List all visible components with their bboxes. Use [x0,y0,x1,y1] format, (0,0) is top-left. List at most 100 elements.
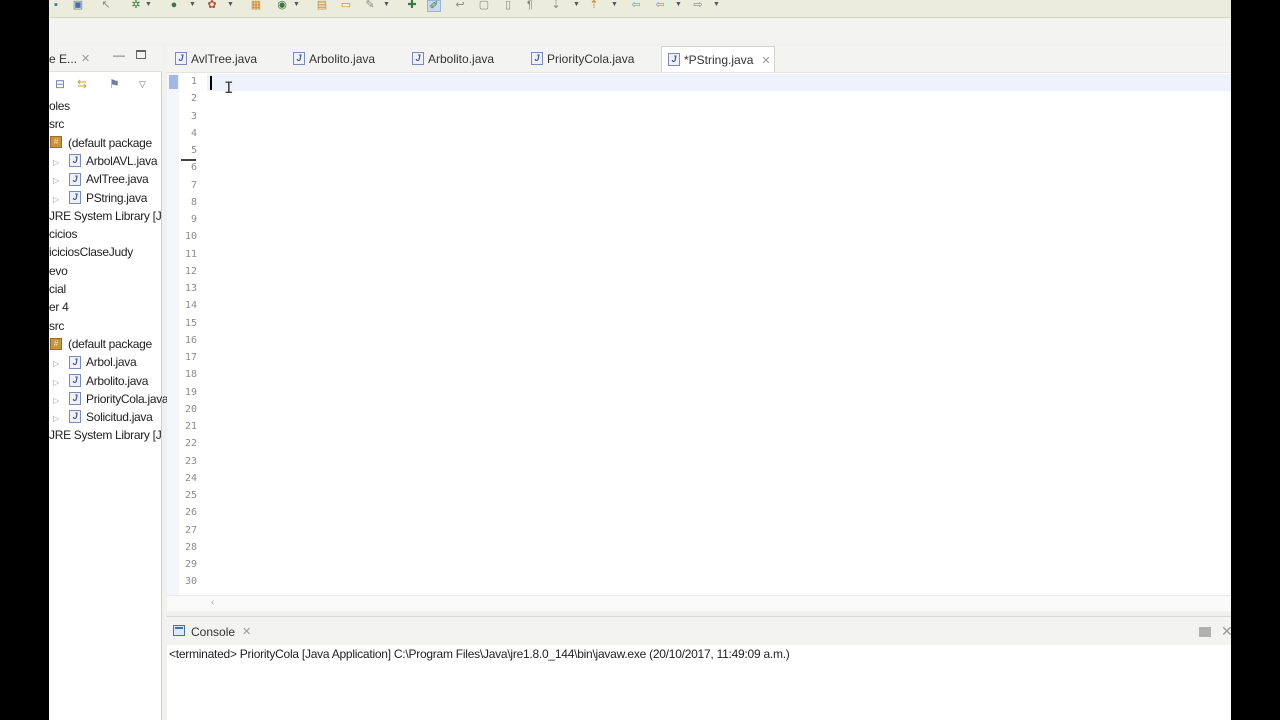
scroll-left-icon[interactable]: ‹ [211,597,214,608]
save-icon[interactable]: ▣ [71,0,85,12]
tree-item[interactable]: # (default package [49,134,152,152]
debug-icon[interactable]: ✲ [129,0,143,12]
package-explorer-tab[interactable]: e E... ✕ — [49,44,162,72]
tree-item-label: JRE System Library [J [49,428,162,443]
run-icon[interactable]: ● [167,0,181,12]
tree-item-label: evo [49,263,68,278]
file-icon[interactable]: ▪ [49,0,63,12]
tree-item[interactable]: ▷ J Arbol.java [53,353,137,373]
line-number: 17 [184,352,197,363]
editor-tab[interactable]: J *PString.java ✕ [661,46,775,72]
new-package-icon[interactable]: ▦ [249,0,263,12]
close-icon[interactable]: ✕ [81,52,90,65]
tree-item[interactable]: # (default package [49,335,152,353]
open-folder-icon[interactable]: ▭ [339,0,353,12]
line-number: 12 [184,265,197,277]
block-select-icon[interactable]: ▢ [477,0,491,12]
last-edit-icon[interactable]: ⇦ [629,0,643,12]
java-file-icon: J [175,52,187,66]
tree-item[interactable]: src [49,115,64,133]
search-dropdown-icon[interactable]: ▼ [383,0,390,9]
expand-arrow-icon[interactable]: ▷ [53,191,63,209]
tree-item[interactable]: iciciosClaseJudy [49,243,133,261]
tree-item-label: oles [49,99,70,113]
maximize-icon[interactable] [136,50,146,59]
view-menu-icon[interactable]: ▽ [139,79,146,90]
back-icon[interactable]: ⇦ [653,0,667,12]
tree-item-label: er 4 [49,300,69,315]
tree-item[interactable]: JRE System Library [J [49,426,162,444]
line-number: 24 [184,472,197,484]
show-whitespace-icon[interactable]: ▯ [501,0,515,12]
run-dropdown-icon[interactable]: ▼ [189,0,196,9]
tree-item[interactable]: ▷ J PString.java [53,189,147,207]
tree-item[interactable]: evo [49,262,68,280]
console-view: Console ✕ ✕ <terminated> PriorityCola [J… [167,616,1231,720]
expand-arrow-icon[interactable]: ▷ [53,154,63,172]
close-icon[interactable]: ✕ [242,625,251,638]
tree-item[interactable]: oles [49,97,70,115]
collapse-all-icon[interactable]: ⊟ [55,77,65,91]
debug-dropdown-icon[interactable]: ▼ [145,0,152,9]
line-number: 29 [184,559,197,570]
open-type-icon[interactable]: ▤ [315,0,329,12]
tree-item[interactable]: ▷ J Arbolito.java [53,372,148,390]
tree-item[interactable]: ▷ J ArbolAVL.java [53,152,158,172]
tree-item[interactable]: er 4 [49,298,69,316]
prev-annotation-dropdown-icon[interactable]: ▼ [611,0,618,9]
toggle-mark-icon[interactable]: ✐ [427,0,441,12]
expand-arrow-icon[interactable]: ▷ [53,355,63,373]
line-number: 30 [184,576,197,588]
editor-tabs: J AvlTree.java J Arbolito.java J Arbolito.jav… [167,46,1231,72]
pilcrow-icon[interactable]: ¶ [523,0,537,12]
tree-item[interactable]: ▷ J Solicitud.java [53,408,153,426]
minimize-icon[interactable]: — [113,48,125,62]
close-icon[interactable]: ✕ [761,48,770,74]
tree-item-label: src [49,318,65,333]
pin-icon[interactable]: ↖ [99,0,113,12]
tree-item-label: Arbol.java [86,355,137,370]
clear-console-icon[interactable] [1199,627,1211,637]
tree-item[interactable]: JRE System Library [J [49,207,162,225]
line-number: 9 [190,214,197,225]
tree-item-label: ArbolAVL.java [86,153,158,168]
code-editor[interactable]: 1 2 3 4 5 6 7 8 9 10 11 12 13 14 15 16 17 18 19 20 21 22 23 24 2… [167,72,1231,611]
search-icon[interactable]: ✎ [363,0,377,12]
tree-item[interactable]: cicios [49,225,78,243]
new-class-dropdown-icon[interactable]: ▼ [293,0,300,9]
next-annotation-dropdown-icon[interactable]: ▼ [573,0,580,9]
expand-arrow-icon[interactable]: ▷ [53,410,63,428]
line-number: 4 [190,127,197,139]
package-icon: # [50,136,62,149]
fold-marker [181,159,196,161]
link-with-editor-icon[interactable]: ⇆ [77,77,87,91]
annotation-icon[interactable]: ✚ [405,0,419,12]
line-number: 7 [190,179,197,191]
editor-tab[interactable]: J AvlTree.java [169,46,257,72]
expand-arrow-icon[interactable]: ▷ [53,392,63,410]
console-tab[interactable]: Console ✕ ✕ [167,617,1231,645]
editor-tab[interactable]: J Arbolito.java [287,46,375,72]
line-number: 15 [184,317,197,329]
expand-arrow-icon[interactable]: ▷ [53,172,63,190]
forward-icon[interactable]: ⇨ [691,0,705,12]
back-dropdown-icon[interactable]: ▼ [675,0,682,9]
remove-launch-icon[interactable]: ✕ [1221,623,1231,640]
forward-dropdown-icon[interactable]: ▼ [713,0,720,9]
editor-tab[interactable]: J Arbolito.java [406,46,494,72]
prev-annotation-icon[interactable]: ⇡ [587,0,601,12]
focus-icon[interactable]: ⚑ [109,77,120,91]
horizontal-scrollbar[interactable]: ‹ [167,595,1231,611]
next-annotation-icon[interactable]: ⇣ [549,0,563,12]
tree-item[interactable]: ▷ J AvlTree.java [53,170,149,190]
new-class-icon[interactable]: ◉ [275,0,289,12]
tree-item[interactable]: ▷ J PriorityCola.java [53,390,169,410]
tree-item[interactable]: src [49,317,64,335]
external-tools-icon[interactable]: ✿ [205,0,219,12]
editor-tab[interactable]: J PriorityCola.java [525,46,634,72]
word-wrap-icon[interactable]: ↩ [453,0,467,12]
tree-item[interactable]: cial [49,280,66,298]
expand-arrow-icon[interactable]: ▷ [53,374,63,392]
external-tools-dropdown-icon[interactable]: ▼ [227,0,234,9]
line-number: 22 [184,438,197,450]
